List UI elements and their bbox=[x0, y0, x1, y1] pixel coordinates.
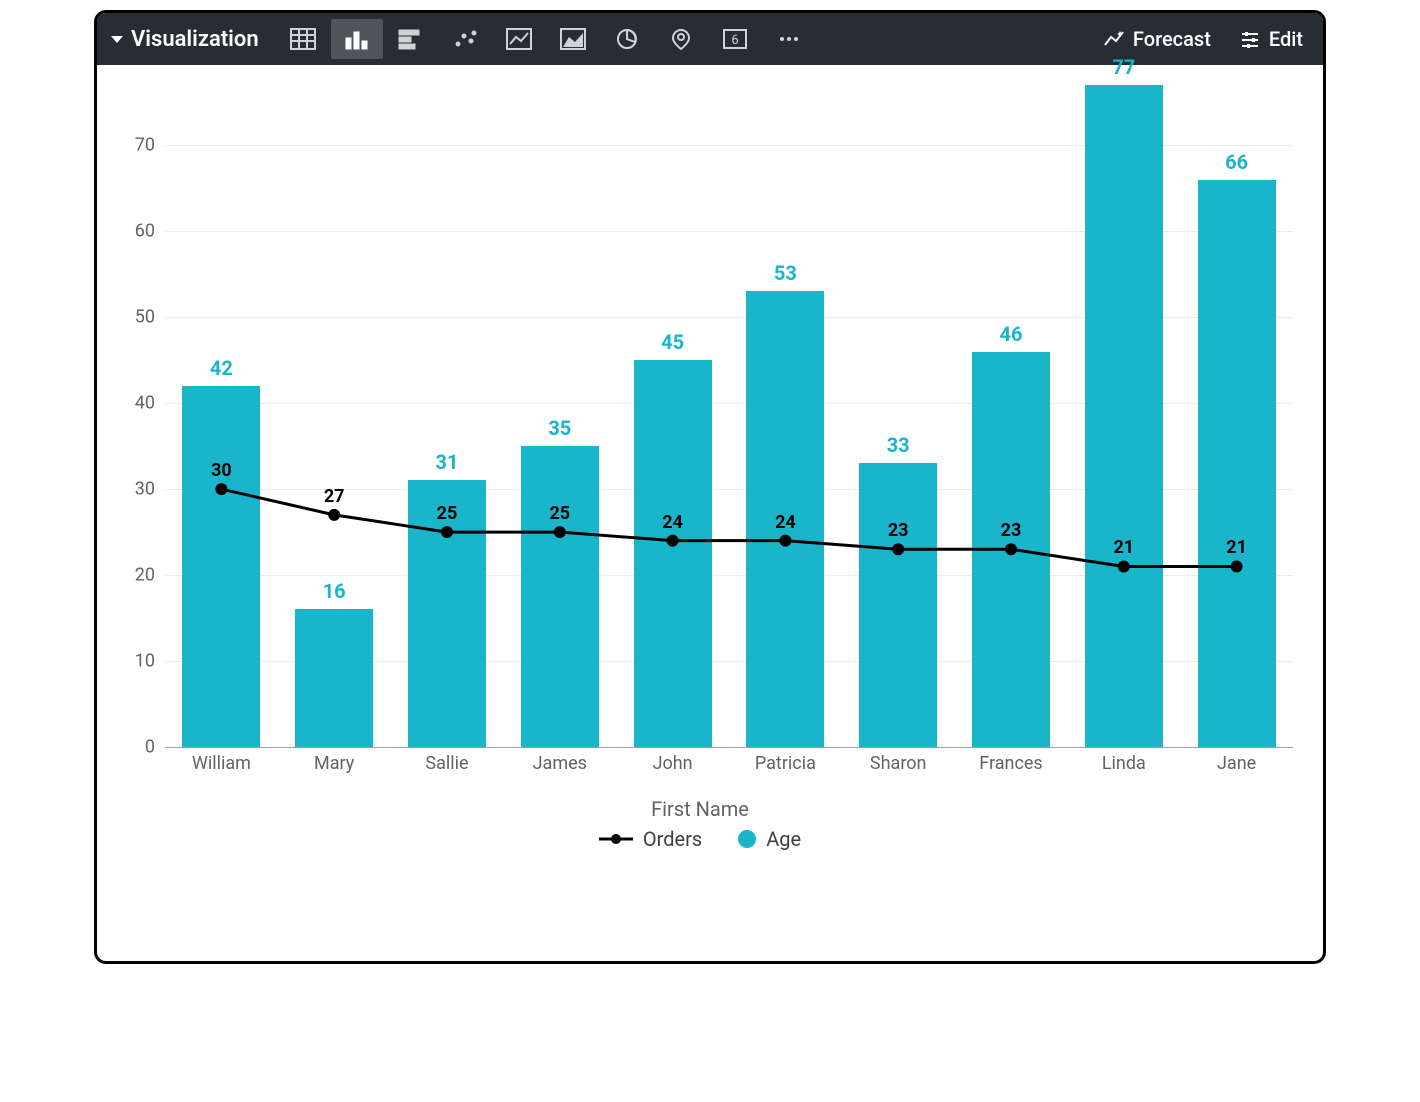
y-tick-label: 50 bbox=[135, 307, 155, 328]
scatter-chart-icon bbox=[452, 28, 478, 50]
legend-item-orders[interactable]: Orders bbox=[599, 827, 702, 851]
legend-line-swatch bbox=[599, 832, 633, 846]
legend-label: Orders bbox=[643, 827, 702, 851]
bar[interactable] bbox=[1085, 85, 1163, 747]
x-tick-label: Sharon bbox=[870, 753, 927, 774]
bar[interactable] bbox=[746, 291, 824, 747]
viz-type-line[interactable] bbox=[493, 19, 545, 59]
column-chart-icon bbox=[344, 28, 370, 50]
plot: 010203040506070 42163135455333467766 302… bbox=[107, 85, 1293, 805]
x-tick-label: Jane bbox=[1217, 753, 1256, 774]
legend-label: Age bbox=[766, 827, 801, 851]
y-tick-label: 70 bbox=[135, 135, 155, 156]
viz-type-more[interactable] bbox=[763, 19, 815, 59]
viz-type-area[interactable] bbox=[547, 19, 599, 59]
pie-chart-icon bbox=[614, 28, 640, 50]
bar-value-label: 16 bbox=[323, 579, 346, 603]
bar[interactable] bbox=[972, 352, 1050, 747]
bar-value-label: 53 bbox=[774, 261, 797, 285]
x-tick-label: John bbox=[653, 753, 693, 774]
map-pin-icon bbox=[668, 28, 694, 50]
line-chart-icon bbox=[506, 28, 532, 50]
sliders-icon bbox=[1239, 29, 1261, 49]
viz-type-map[interactable] bbox=[655, 19, 707, 59]
bar[interactable] bbox=[521, 446, 599, 747]
bar-chart-icon bbox=[398, 28, 424, 50]
legend: Orders Age bbox=[107, 821, 1293, 867]
y-tick-label: 10 bbox=[135, 651, 155, 672]
viz-type-single-value[interactable]: 6 bbox=[709, 19, 761, 59]
viz-type-scatter[interactable] bbox=[439, 19, 491, 59]
edit-label: Edit bbox=[1269, 27, 1303, 51]
y-axis: 010203040506070 bbox=[107, 85, 165, 747]
x-tick-label: Frances bbox=[979, 753, 1042, 774]
y-tick-label: 20 bbox=[135, 565, 155, 586]
more-icon bbox=[776, 28, 802, 50]
forecast-button[interactable]: Forecast bbox=[1093, 21, 1221, 57]
y-tick-label: 30 bbox=[135, 479, 155, 500]
bars-layer: 42163135455333467766 bbox=[165, 85, 1293, 747]
edit-button[interactable]: Edit bbox=[1229, 21, 1313, 57]
viz-type-bar[interactable] bbox=[385, 19, 437, 59]
bar[interactable] bbox=[634, 360, 712, 747]
bar[interactable] bbox=[295, 609, 373, 747]
x-tick-label: Sallie bbox=[425, 753, 468, 774]
chart-area: 010203040506070 42163135455333467766 302… bbox=[97, 65, 1323, 961]
viz-type-column[interactable] bbox=[331, 19, 383, 59]
bar-value-label: 33 bbox=[887, 433, 910, 457]
bar-value-label: 31 bbox=[436, 450, 459, 474]
bar-value-label: 77 bbox=[1112, 55, 1135, 79]
viz-type-table[interactable] bbox=[277, 19, 329, 59]
area-chart-icon bbox=[560, 28, 586, 50]
legend-item-age[interactable]: Age bbox=[738, 827, 801, 851]
bar[interactable] bbox=[859, 463, 937, 747]
single-value-icon: 6 bbox=[722, 28, 748, 50]
x-axis: William Mary Sallie James John Patricia Sharon… bbox=[165, 747, 1293, 805]
x-tick-label: William bbox=[192, 753, 251, 774]
viz-type-group: 6 bbox=[277, 19, 815, 59]
y-tick-label: 40 bbox=[135, 393, 155, 414]
x-tick-label: Linda bbox=[1102, 753, 1146, 774]
bar-value-label: 66 bbox=[1225, 150, 1248, 174]
bar-value-label: 42 bbox=[210, 356, 233, 380]
bar-value-label: 46 bbox=[1000, 322, 1023, 346]
y-tick-label: 60 bbox=[135, 221, 155, 242]
y-tick-label: 0 bbox=[145, 737, 155, 758]
table-icon bbox=[290, 28, 316, 50]
x-tick-label: James bbox=[533, 753, 587, 774]
toolbar-title: Visualization bbox=[131, 27, 259, 52]
bar-value-label: 45 bbox=[661, 330, 684, 354]
caret-down-icon bbox=[111, 36, 123, 43]
x-tick-label: Mary bbox=[314, 753, 354, 774]
forecast-label: Forecast bbox=[1133, 27, 1211, 51]
svg-text:6: 6 bbox=[731, 33, 738, 48]
bar[interactable] bbox=[1198, 180, 1276, 747]
x-tick-label: Patricia bbox=[755, 753, 816, 774]
app-window: Visualization bbox=[94, 10, 1326, 964]
visualization-dropdown[interactable]: Visualization bbox=[111, 27, 259, 52]
viz-type-pie[interactable] bbox=[601, 19, 653, 59]
bar-value-label: 35 bbox=[548, 416, 571, 440]
visualization-toolbar: Visualization bbox=[97, 13, 1323, 65]
legend-bar-swatch bbox=[738, 830, 756, 848]
bar[interactable] bbox=[182, 386, 260, 747]
forecast-icon bbox=[1103, 29, 1125, 49]
bar[interactable] bbox=[408, 480, 486, 747]
